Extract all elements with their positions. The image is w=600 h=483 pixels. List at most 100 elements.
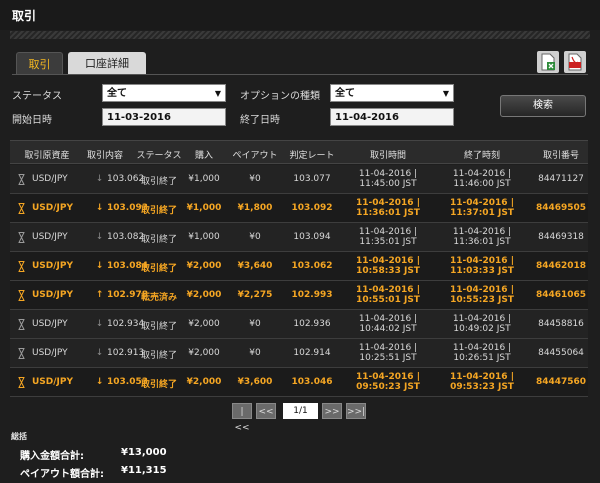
cell-trade-time-date: 11-04-2016 | bbox=[356, 256, 420, 266]
search-button[interactable]: 検索 bbox=[500, 95, 586, 117]
cell-purchase: ¥1,000 bbox=[188, 232, 220, 242]
cell-trade-time-clock: 11:35:01 JST bbox=[359, 237, 417, 247]
column-header-trade-time: 取引時間 bbox=[369, 151, 407, 161]
cell-trade-time: 11-04-2016 | 11:35:01 JST bbox=[359, 227, 417, 247]
table-row[interactable]: USD/JPY ↓ 103.093 取引終了 ¥1,000 ¥1,800 103.092 11… bbox=[10, 194, 588, 223]
cell-trade-time-date: 11-04-2016 | bbox=[356, 285, 420, 295]
pagination-last-button[interactable]: >>| bbox=[346, 403, 366, 419]
cell-end-time-clock: 09:53:23 JST bbox=[450, 382, 514, 392]
cell-payout: ¥3,640 bbox=[237, 261, 273, 271]
chevron-down-icon: ▼ bbox=[214, 89, 221, 98]
cell-status: 取引終了 bbox=[140, 322, 178, 332]
pagination-next-button[interactable]: >> bbox=[322, 403, 342, 419]
purchase-total-label: 購入金額合計: bbox=[20, 451, 84, 462]
option-type-select[interactable]: 全て ▼ bbox=[330, 84, 454, 102]
cell-trade-time-date: 11-04-2016 | bbox=[356, 372, 420, 382]
cell-end-time: 11-04-2016 | 11:46:00 JST bbox=[453, 169, 511, 189]
cell-payout: ¥3,600 bbox=[237, 377, 273, 387]
arrow-down-icon: ↓ bbox=[95, 232, 104, 242]
pagination-prev-button[interactable]: << bbox=[256, 403, 276, 419]
arrow-down-icon: ↓ bbox=[95, 319, 104, 329]
cell-rate: 103.082 bbox=[107, 232, 145, 242]
cell-trade-time: 11-04-2016 | 10:55:01 JST bbox=[356, 285, 420, 305]
page-title: 取引 bbox=[12, 9, 37, 23]
cell-purchase: ¥2,000 bbox=[186, 377, 222, 387]
start-date-input[interactable]: 11-03-2016 bbox=[102, 108, 226, 126]
cell-content: ↓ 103.082 bbox=[95, 232, 145, 242]
cell-trade-id: 84458816 bbox=[538, 319, 584, 329]
arrow-down-icon: ↓ bbox=[95, 348, 104, 358]
end-date-input[interactable]: 11-04-2016 bbox=[330, 108, 454, 126]
cell-trade-time: 11-04-2016 | 09:50:23 JST bbox=[356, 372, 420, 392]
cell-rate: 102.934 bbox=[107, 319, 145, 329]
cell-trade-time-date: 11-04-2016 | bbox=[358, 314, 418, 324]
table-row[interactable]: USD/JPY ↓ 103.062 取引終了 ¥1,000 ¥0 103.077 11-04-… bbox=[10, 165, 588, 194]
cell-payout: ¥1,800 bbox=[237, 203, 273, 213]
cell-trade-time-clock: 10:55:01 JST bbox=[356, 295, 420, 305]
cell-payout: ¥0 bbox=[249, 174, 261, 184]
cell-judge-rate: 103.062 bbox=[291, 261, 333, 271]
payout-total-label: ペイアウト額合計: bbox=[20, 469, 104, 480]
cell-asset: USD/JPY bbox=[32, 377, 74, 387]
status-select[interactable]: 全て ▼ bbox=[102, 84, 226, 102]
cell-asset: USD/JPY bbox=[32, 203, 74, 213]
cell-rate: 103.062 bbox=[107, 174, 145, 184]
tab-trades[interactable]: 取引 bbox=[16, 52, 63, 75]
purchase-total-value: ¥13,000 bbox=[121, 447, 167, 458]
cell-status: 取引終了 bbox=[140, 380, 178, 390]
cell-purchase: ¥1,000 bbox=[188, 174, 220, 184]
cell-end-time: 11-04-2016 | 10:55:23 JST bbox=[450, 285, 514, 305]
table-row[interactable]: USD/JPY ↓ 103.053 取引終了 ¥2,000 ¥3,600 103.046 11… bbox=[10, 368, 588, 397]
cell-judge-rate: 103.046 bbox=[291, 377, 333, 387]
cell-purchase: ¥1,000 bbox=[186, 203, 222, 213]
arrow-up-icon: ↑ bbox=[95, 290, 104, 300]
cell-trade-time: 11-04-2016 | 10:44:02 JST bbox=[359, 314, 417, 334]
hourglass-icon bbox=[18, 203, 25, 214]
table-row[interactable]: USD/JPY ↓ 102.913 取引終了 ¥2,000 ¥0 102.914 11-04-… bbox=[10, 339, 588, 368]
cell-judge-rate: 102.936 bbox=[293, 319, 331, 329]
table-row[interactable]: USD/JPY ↓ 103.082 取引終了 ¥1,000 ¥0 103.094 11-04-… bbox=[10, 223, 588, 252]
cell-payout: ¥0 bbox=[249, 232, 261, 242]
cell-end-time: 11-04-2016 | 11:36:01 JST bbox=[453, 227, 511, 247]
cell-status: 取引終了 bbox=[140, 351, 178, 361]
cell-content: ↓ 103.062 bbox=[95, 174, 145, 184]
pdf-export-icon[interactable] bbox=[564, 51, 586, 73]
status-select-value: 全て bbox=[107, 88, 127, 99]
cell-status: 取引終了 bbox=[140, 264, 178, 274]
cell-end-time-clock: 10:49:02 JST bbox=[453, 324, 511, 334]
column-header-end-time: 終了時刻 bbox=[463, 151, 501, 161]
column-header-judge-rate: 判定レート bbox=[289, 151, 335, 161]
option-type-select-value: 全て bbox=[335, 88, 355, 99]
cell-end-time-clock: 11:36:01 JST bbox=[453, 237, 511, 247]
cell-purchase: ¥2,000 bbox=[188, 348, 220, 358]
cell-asset: USD/JPY bbox=[32, 348, 68, 358]
cell-status: 取引終了 bbox=[140, 235, 178, 245]
excel-export-icon[interactable] bbox=[537, 51, 559, 73]
table-row[interactable]: USD/JPY ↑ 102.978 転売済み ¥2,000 ¥2,275 102.993 11… bbox=[10, 281, 588, 310]
cell-end-time-date: 11-04-2016 | bbox=[452, 169, 512, 179]
cell-trade-id: 84469318 bbox=[538, 232, 584, 242]
cell-judge-rate: 102.993 bbox=[291, 290, 333, 300]
cell-end-time-date: 11-04-2016 | bbox=[452, 227, 512, 237]
cell-trade-time: 11-04-2016 | 11:45:00 JST bbox=[359, 169, 417, 189]
cell-end-time-clock: 10:55:23 JST bbox=[450, 295, 514, 305]
column-header-status: ステータス bbox=[136, 151, 182, 161]
cell-end-time: 11-04-2016 | 09:53:23 JST bbox=[450, 372, 514, 392]
cell-payout: ¥2,275 bbox=[237, 290, 273, 300]
table-row[interactable]: USD/JPY ↓ 102.934 取引終了 ¥2,000 ¥0 102.936 11-04-… bbox=[10, 310, 588, 339]
cell-trade-id: 84462018 bbox=[535, 261, 587, 271]
summary-title: 総括 bbox=[11, 432, 27, 441]
table-row[interactable]: USD/JPY ↓ 103.084 取引終了 ¥2,000 ¥3,640 103.062 11… bbox=[10, 252, 588, 281]
cell-asset: USD/JPY bbox=[32, 319, 68, 329]
pagination-first-button[interactable]: |<< bbox=[232, 403, 252, 433]
tab-account-details[interactable]: 口座詳細 bbox=[68, 52, 146, 75]
cell-trade-id: 84447560 bbox=[535, 377, 587, 387]
hourglass-icon bbox=[18, 319, 25, 330]
column-header-trade-id: 取引番号 bbox=[542, 151, 580, 161]
cell-end-time-date: 11-04-2016 | bbox=[452, 314, 512, 324]
cell-payout: ¥0 bbox=[249, 348, 261, 358]
cell-end-time-date: 11-04-2016 | bbox=[452, 343, 512, 353]
cell-purchase: ¥2,000 bbox=[186, 261, 222, 271]
arrow-down-icon: ↓ bbox=[95, 261, 104, 271]
cell-trade-time: 11-04-2016 | 10:25:51 JST bbox=[359, 343, 417, 363]
